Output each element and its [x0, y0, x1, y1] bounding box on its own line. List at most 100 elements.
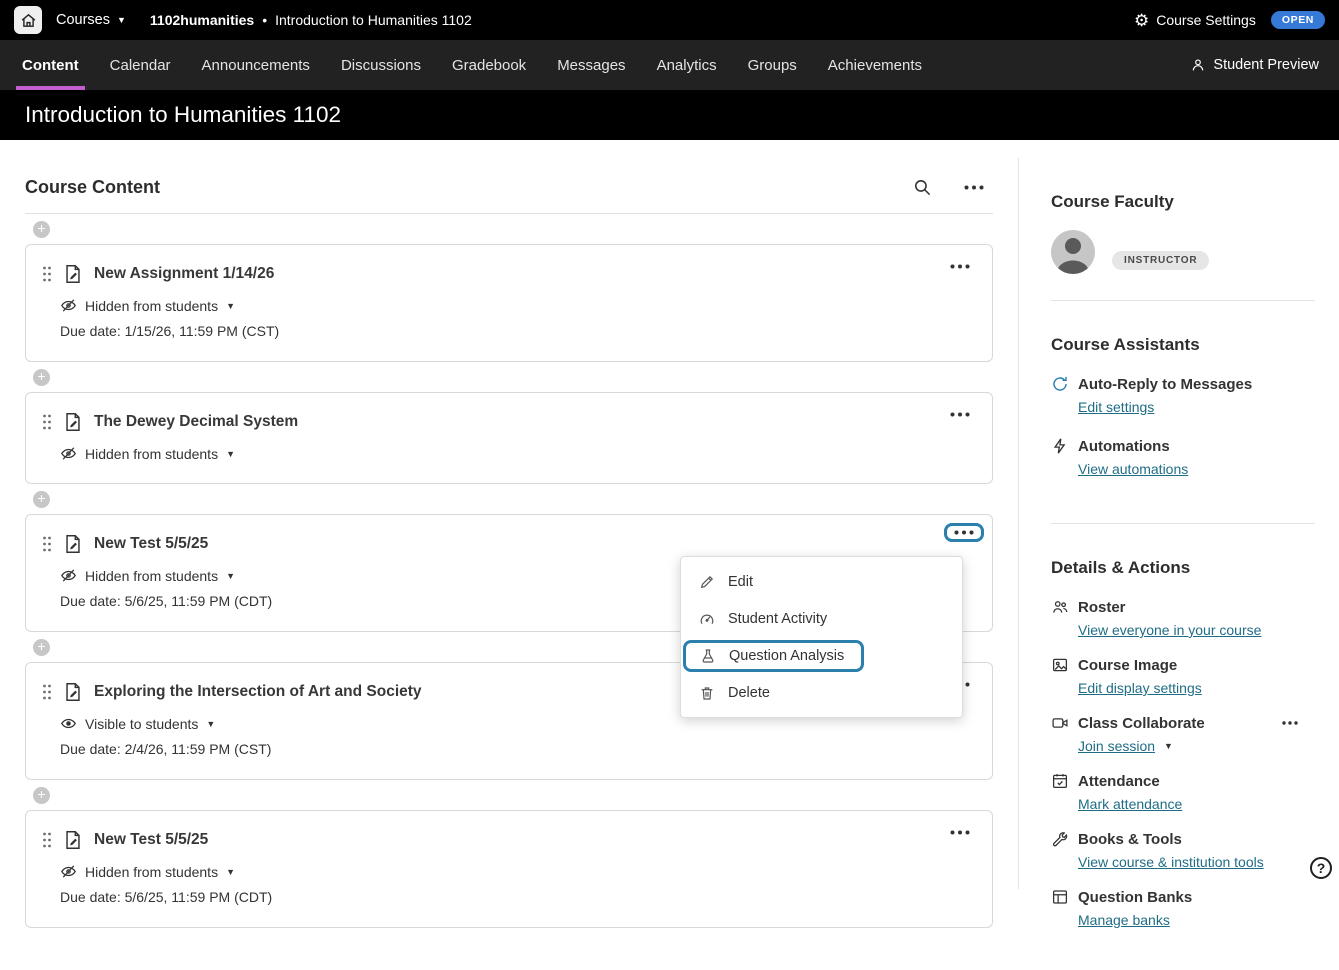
- gauge-icon: [699, 611, 715, 627]
- visibility-label: Hidden from students: [85, 568, 218, 584]
- detail-title: Course Image: [1078, 657, 1177, 674]
- item-options-button[interactable]: [943, 408, 977, 421]
- flask-icon: [700, 648, 716, 664]
- home-icon: [20, 12, 37, 29]
- item-options-button[interactable]: [943, 826, 977, 839]
- menu-item-delete[interactable]: Delete: [681, 674, 962, 711]
- course-settings-label: Course Settings: [1156, 12, 1256, 28]
- drag-handle-icon[interactable]: [42, 414, 52, 430]
- menu-item-student-activity[interactable]: Student Activity: [681, 600, 962, 637]
- course-assistants-section: Course Assistants Auto-Reply to Messages…: [1051, 301, 1315, 524]
- student-preview-button[interactable]: Student Preview: [1190, 40, 1319, 90]
- detail-title: Roster: [1078, 599, 1126, 616]
- mark-attendance-link[interactable]: Mark attendance: [1078, 796, 1182, 812]
- join-session-link[interactable]: Join session: [1078, 738, 1155, 754]
- tab-gradebook[interactable]: Gradebook: [450, 40, 528, 90]
- chevron-down-icon[interactable]: ▼: [1164, 741, 1173, 751]
- visibility-dropdown[interactable]: Hidden from students ▼: [60, 859, 976, 884]
- content-item-title[interactable]: New Test 5/5/25: [94, 535, 208, 553]
- instructor-avatar[interactable]: [1051, 230, 1095, 274]
- question-mark-icon: ?: [1317, 860, 1326, 876]
- course-settings-button[interactable]: ⚙ Course Settings: [1134, 12, 1256, 29]
- content-options-button[interactable]: [961, 182, 987, 193]
- test-icon: [62, 829, 84, 851]
- chevron-down-icon: ▼: [206, 719, 215, 729]
- drag-handle-icon[interactable]: [42, 832, 52, 848]
- due-date-label: Due date: 5/6/25, 11:59 PM (CDT): [60, 889, 976, 910]
- content-item-title[interactable]: New Assignment 1/14/26: [94, 265, 274, 283]
- chevron-down-icon: ▼: [226, 301, 235, 311]
- tab-achievements[interactable]: Achievements: [826, 40, 924, 90]
- view-automations-link[interactable]: View automations: [1078, 461, 1188, 477]
- content-item-title[interactable]: New Test 5/5/25: [94, 831, 208, 849]
- tab-content[interactable]: Content: [20, 40, 81, 90]
- menu-item-question-analysis[interactable]: Question Analysis: [681, 637, 962, 674]
- eye-slash-icon: [60, 445, 77, 462]
- tab-groups[interactable]: Groups: [746, 40, 799, 90]
- edit-settings-link[interactable]: Edit settings: [1078, 399, 1154, 415]
- breadcrumb-course-id: 1102humanities: [150, 12, 254, 28]
- eye-icon: [60, 715, 77, 732]
- breadcrumb: 1102humanities • Introduction to Humanit…: [150, 12, 472, 28]
- details-actions-section: Details & Actions Roster View everyone i…: [1051, 524, 1315, 970]
- content-item-title[interactable]: The Dewey Decimal System: [94, 413, 298, 431]
- menu-item-edit[interactable]: Edit: [681, 563, 962, 600]
- drag-handle-icon[interactable]: [42, 684, 52, 700]
- add-content-button[interactable]: +: [33, 491, 50, 508]
- item-options-button[interactable]: [943, 260, 977, 273]
- visibility-label: Hidden from students: [85, 446, 218, 462]
- eye-slash-icon: [60, 567, 77, 584]
- due-date-label: Due date: 1/15/26, 11:59 PM (CST): [60, 323, 976, 344]
- content-item-card: New Test 5/5/25 Hidden from students ▼ D…: [25, 810, 993, 928]
- roster-link[interactable]: View everyone in your course: [1078, 622, 1261, 638]
- add-content-button[interactable]: +: [33, 369, 50, 386]
- page-title: Introduction to Humanities 1102: [25, 102, 341, 128]
- add-content-button[interactable]: +: [33, 639, 50, 656]
- assistant-automations: Automations View automations: [1051, 435, 1315, 479]
- course-assistants-heading: Course Assistants: [1051, 335, 1315, 355]
- detail-title: Books & Tools: [1078, 831, 1182, 848]
- manage-banks-link[interactable]: Manage banks: [1078, 912, 1170, 928]
- question-analysis-highlight: Question Analysis: [683, 640, 864, 672]
- roster-icon: [1051, 598, 1069, 616]
- help-button[interactable]: ?: [1310, 857, 1332, 879]
- courses-label: Courses: [56, 12, 110, 28]
- chevron-down-icon: ▼: [117, 16, 126, 25]
- content-item-title[interactable]: Exploring the Intersection of Art and So…: [94, 683, 422, 701]
- menu-item-label: Question Analysis: [729, 648, 844, 664]
- tab-announcements[interactable]: Announcements: [200, 40, 312, 90]
- pencil-icon: [699, 574, 715, 590]
- due-date-label: Due date: 2/4/26, 11:59 PM (CST): [60, 741, 976, 762]
- open-status-badge[interactable]: OPEN: [1271, 11, 1325, 29]
- drag-handle-icon[interactable]: [42, 266, 52, 282]
- drag-handle-icon[interactable]: [42, 536, 52, 552]
- right-rail: Course Faculty INSTRUCTOR Course Assista…: [1018, 158, 1315, 889]
- item-options-button-active[interactable]: [944, 523, 984, 542]
- courses-dropdown[interactable]: Courses ▼: [56, 12, 126, 28]
- tab-messages[interactable]: Messages: [555, 40, 627, 90]
- instructor-role-badge: INSTRUCTOR: [1112, 251, 1209, 270]
- content-item-card: New Assignment 1/14/26 Hidden from stude…: [25, 244, 993, 362]
- add-content-button[interactable]: +: [33, 221, 50, 238]
- tab-calendar[interactable]: Calendar: [108, 40, 173, 90]
- lightning-icon: [1051, 437, 1069, 455]
- course-image-link[interactable]: Edit display settings: [1078, 680, 1202, 696]
- detail-question-banks: Question Banks Manage banks: [1051, 886, 1315, 930]
- add-content-button[interactable]: +: [33, 787, 50, 804]
- eye-slash-icon: [60, 297, 77, 314]
- details-actions-heading: Details & Actions: [1051, 558, 1315, 578]
- home-button[interactable]: [14, 6, 42, 34]
- tab-discussions[interactable]: Discussions: [339, 40, 423, 90]
- collaborate-options-button[interactable]: [1279, 718, 1301, 728]
- visibility-dropdown[interactable]: Hidden from students ▼: [60, 293, 976, 318]
- search-icon: [913, 178, 932, 197]
- course-faculty-heading: Course Faculty: [1051, 192, 1315, 212]
- detail-title: Class Collaborate: [1078, 715, 1205, 732]
- course-content-heading: Course Content: [25, 177, 160, 198]
- search-button[interactable]: [910, 175, 935, 200]
- test-icon: [62, 533, 84, 555]
- tab-analytics[interactable]: Analytics: [655, 40, 719, 90]
- visibility-dropdown[interactable]: Hidden from students ▼: [60, 441, 976, 466]
- content-divider: [25, 213, 993, 214]
- books-tools-link[interactable]: View course & institution tools: [1078, 854, 1264, 870]
